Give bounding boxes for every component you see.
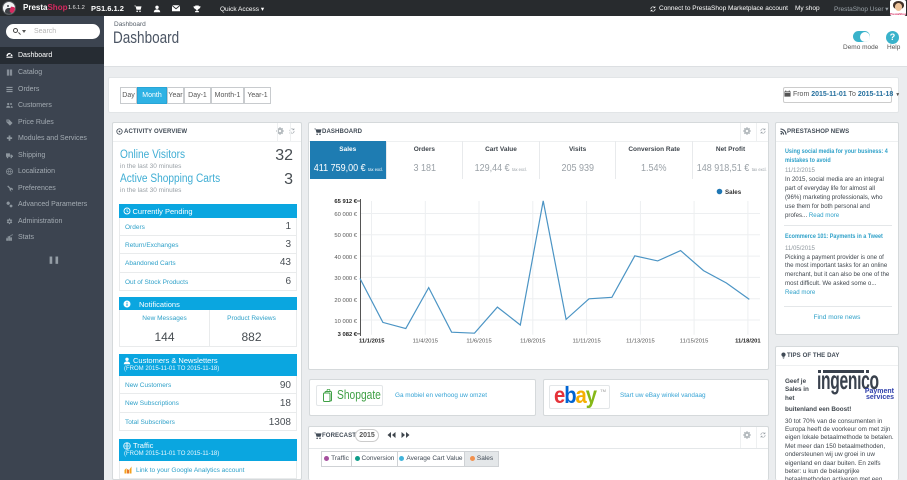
svg-text:11/1/2015: 11/1/2015 [359, 339, 385, 345]
svg-text:11/4/2015: 11/4/2015 [413, 339, 438, 345]
svg-text:11/13/2015: 11/13/2015 [626, 339, 655, 345]
svg-text:3 082 €: 3 082 € [338, 332, 358, 338]
svg-text:65 912 €: 65 912 € [334, 199, 357, 205]
svg-text:11/8/2015: 11/8/2015 [520, 339, 545, 345]
svg-text:30 000 €: 30 000 € [334, 276, 357, 282]
svg-text:20 000 €: 20 000 € [334, 298, 357, 304]
svg-text:60 000 €: 60 000 € [334, 212, 357, 218]
svg-text:11/18/201: 11/18/201 [735, 339, 761, 345]
svg-text:11/15/2015: 11/15/2015 [680, 339, 709, 345]
svg-text:11/11/2015: 11/11/2015 [573, 339, 601, 345]
svg-text:10 000 €: 10 000 € [334, 319, 357, 325]
svg-text:11/6/2015: 11/6/2015 [466, 339, 491, 345]
svg-text:Sales: Sales [725, 189, 742, 196]
svg-text:50 000 €: 50 000 € [334, 233, 357, 239]
svg-text:40 000 €: 40 000 € [334, 255, 357, 261]
